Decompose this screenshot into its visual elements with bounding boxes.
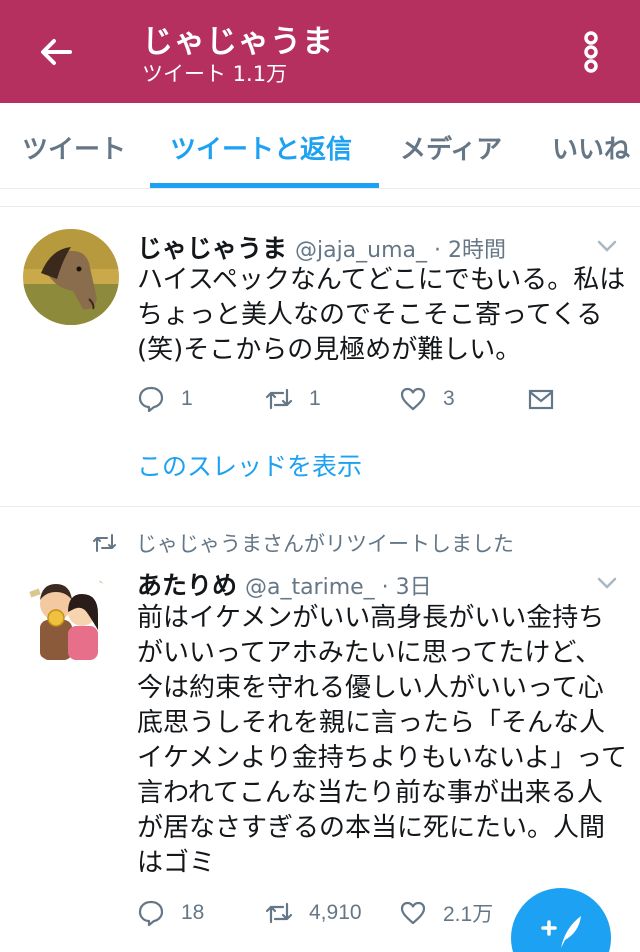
tweet-count: ツイート 1.1万 — [142, 62, 288, 86]
tab-likes[interactable]: いいね — [552, 129, 630, 166]
chevron-down-icon[interactable] — [596, 239, 618, 253]
app-bar: じゃじゃうま ツイート 1.1万 — [0, 0, 640, 103]
tab-tweets[interactable]: ツイート — [22, 129, 126, 166]
back-arrow-icon[interactable] — [36, 32, 76, 72]
more-options-icon[interactable] — [576, 30, 606, 74]
compose-feather-icon — [541, 916, 581, 948]
display-name[interactable]: あたりめ — [137, 571, 237, 600]
like-count: 3 — [443, 387, 455, 410]
handle-and-time: @jaja_uma_ · 2時間 — [294, 238, 506, 263]
retweet-count: 4,910 — [309, 901, 362, 924]
retweet-button[interactable]: 4,910 — [265, 896, 362, 930]
retweet-icon — [93, 534, 116, 552]
horse-avatar[interactable] — [23, 229, 119, 325]
reply-count: 18 — [181, 901, 205, 924]
show-thread-link[interactable]: このスレッドを表示 — [137, 447, 362, 483]
tweet-actions: 1 1 3 — [137, 382, 617, 416]
divider — [0, 189, 640, 207]
tab-tweets-and-replies[interactable]: ツイートと返信 — [170, 129, 352, 166]
tweet-card[interactable]: じゃじゃうま @jaja_uma_ · 2時間 ハイスペックなんてどこにでもいる… — [0, 207, 640, 507]
display-name[interactable]: じゃじゃうま — [137, 234, 287, 263]
profile-title: じゃじゃうま — [142, 24, 334, 60]
tweet-text: 前はイケメンがいい高身長がいい金持ちがいいってアホみたいに思ってたけど、今は約束… — [137, 603, 627, 878]
like-button[interactable]: 3 — [399, 382, 455, 416]
retweet-button[interactable]: 1 — [265, 382, 321, 416]
handle-and-time: @a_tarime_ · 3日 — [244, 575, 432, 600]
like-count: 2.1万 — [443, 903, 494, 926]
like-button[interactable]: 2.1万 — [399, 896, 493, 930]
retweet-count: 1 — [309, 387, 321, 410]
retweet-icon — [265, 902, 293, 924]
envelope-icon — [528, 389, 554, 410]
heart-icon — [400, 387, 426, 411]
tab-media[interactable]: メディア — [400, 129, 502, 166]
profile-tabs: ツイート ツイートと返信 メディア いいね — [0, 103, 640, 189]
reply-icon — [138, 900, 164, 927]
reply-icon — [138, 386, 164, 413]
couple-illustration-avatar[interactable] — [22, 570, 118, 666]
retweet-notice: じゃじゃうまさんがリツイートしました — [92, 528, 514, 558]
reply-count: 1 — [181, 387, 193, 410]
active-tab-indicator — [150, 183, 379, 188]
reply-button[interactable]: 18 — [137, 896, 204, 930]
share-dm-button[interactable] — [527, 382, 555, 416]
retweet-icon — [265, 388, 293, 410]
tweet-text: ハイスペックなんてどこにでもいる。私はちょっと美人なのでそこそこ寄ってくる(笑)… — [137, 265, 626, 365]
reply-button[interactable]: 1 — [137, 382, 193, 416]
heart-icon — [400, 901, 426, 925]
retweet-notice-text: じゃじゃうまさんがリツイートしました — [136, 532, 514, 556]
chevron-down-icon[interactable] — [596, 576, 618, 590]
tweet-card[interactable]: じゃじゃうまさんがリツイートしました あたりめ @a_tarime_ · 3日 … — [0, 508, 640, 952]
